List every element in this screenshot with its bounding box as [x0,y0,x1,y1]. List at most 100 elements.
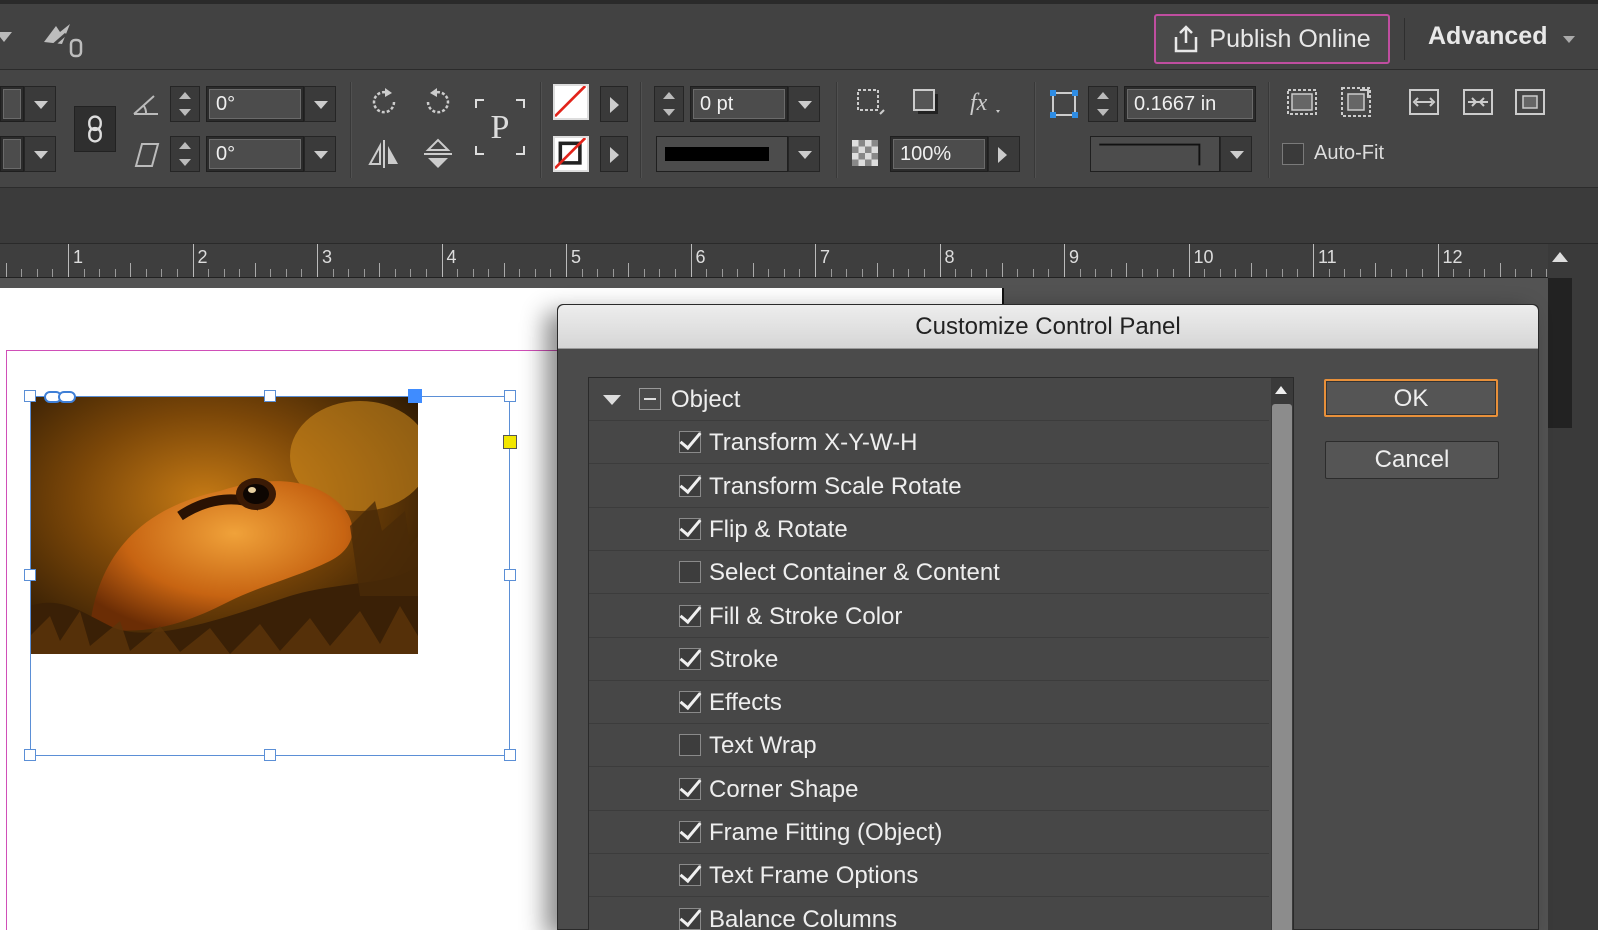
center-content-icon[interactable] [1512,84,1548,120]
effects-fx-icon[interactable]: fx [966,84,1002,120]
scale-y-dropdown[interactable] [24,136,56,172]
tree-option-row[interactable]: Flip & Rotate [589,508,1269,551]
stroke-weight-value[interactable]: 0 pt [693,89,785,119]
drop-shadow-icon[interactable] [908,84,944,120]
tree-option-row[interactable]: Balance Columns [589,898,1269,930]
option-checkbox[interactable] [679,431,701,453]
resize-handle-left[interactable] [24,569,36,581]
option-checkbox[interactable] [679,518,701,540]
flip-horizontal-icon[interactable] [366,136,402,172]
stroke-weight-field[interactable]: 0 pt [690,86,788,122]
reference-point-p-icon[interactable]: P [472,96,528,158]
opacity-slider-button[interactable] [988,136,1020,172]
content-grabber-handle[interactable] [408,389,422,403]
fill-swatch[interactable] [553,84,589,120]
scrollbar-thumb[interactable] [1548,278,1572,428]
menu-caret-icon[interactable] [0,32,12,42]
option-checkbox[interactable] [679,734,701,756]
corner-shape-field[interactable] [1090,136,1220,172]
auto-fit-checkbox[interactable]: Auto-Fit [1282,142,1384,165]
stroke-menu-button[interactable] [600,136,628,172]
scale-y-field[interactable] [0,136,24,172]
stroke-weight-dropdown[interactable] [788,86,820,122]
scroll-up-icon[interactable] [1275,386,1287,394]
fit-frame-to-content-icon[interactable] [1406,84,1442,120]
tree-option-row[interactable]: Effects [589,681,1269,724]
disclosure-triangle-icon[interactable] [603,395,621,405]
rotate-counterclockwise-icon[interactable] [420,84,456,120]
tree-option-row[interactable]: Stroke [589,638,1269,681]
fill-frame-proportionally-icon[interactable] [1284,84,1320,120]
option-checkbox[interactable] [679,778,701,800]
resize-handle-bottom-left[interactable] [24,749,36,761]
shear-angle-field[interactable]: 0° [206,136,304,172]
stroke-type-dropdown[interactable] [788,136,820,172]
corner-options-icon[interactable] [1046,86,1082,122]
rotate-clockwise-icon[interactable] [366,84,402,120]
option-checkbox[interactable] [679,605,701,627]
constrain-proportions-link-icon[interactable] [74,106,116,152]
shear-stepper[interactable] [170,136,200,172]
tree-option-row[interactable]: Frame Fitting (Object) [589,811,1269,854]
fill-menu-button[interactable] [600,86,628,122]
rotation-angle-dropdown[interactable] [304,86,336,122]
ok-button[interactable]: OK [1324,379,1498,417]
tree-option-row[interactable]: Fill & Stroke Color [589,595,1269,638]
resize-handle-top-right[interactable] [504,390,516,402]
gpu-performance-icon[interactable] [40,22,86,58]
tree-option-row[interactable]: Text Frame Options [589,854,1269,897]
rotation-angle-value[interactable]: 0° [209,89,301,119]
tree-scrollbar[interactable] [1271,378,1293,930]
option-checkbox[interactable] [679,561,701,583]
option-checkbox[interactable] [679,821,701,843]
tree-option-row[interactable]: Corner Shape [589,768,1269,811]
resize-handle-top[interactable] [264,390,276,402]
shear-angle-dropdown[interactable] [304,136,336,172]
option-checkbox[interactable] [679,864,701,886]
horizontal-ruler[interactable]: 1 2 3 4 5 6 7 8 9 10 11 12 [0,244,1548,278]
live-corner-handle[interactable] [503,435,517,449]
tree-option-row[interactable]: Select Container & Content [589,551,1269,594]
option-checkbox[interactable] [679,648,701,670]
workspace-switcher[interactable]: Advanced [1428,22,1547,51]
shear-angle-value[interactable]: 0° [209,139,301,169]
chevron-down-icon[interactable] [1563,36,1575,43]
stroke-type-field[interactable] [656,136,788,172]
vertical-scrollbar[interactable] [1548,244,1598,930]
flip-vertical-icon[interactable] [420,136,456,172]
tree-option-row[interactable]: Transform Scale Rotate [589,465,1269,508]
group-checkbox-mixed[interactable] [639,388,661,410]
option-checkbox[interactable] [679,691,701,713]
corner-shape-dropdown[interactable] [1220,136,1252,172]
tree-scrollbar-thumb[interactable] [1272,404,1292,930]
scroll-up-icon[interactable] [1552,252,1568,262]
corner-size-stepper[interactable] [1088,86,1118,122]
option-checkbox[interactable] [679,475,701,497]
fit-content-to-frame-icon[interactable] [1460,84,1496,120]
tree-option-row[interactable]: Text Wrap [589,724,1269,767]
stroke-swatch[interactable] [553,136,589,172]
cancel-button[interactable]: Cancel [1325,441,1499,479]
scale-x-field[interactable] [0,86,24,122]
resize-handle-right[interactable] [504,569,516,581]
tree-option-row[interactable]: Transform X-Y-W-H [589,421,1269,464]
link-chain-icon[interactable] [44,390,76,404]
option-checkbox[interactable] [679,908,701,930]
opacity-field[interactable]: 100% [890,136,988,172]
auto-fit-box[interactable] [1282,142,1304,165]
stroke-weight-stepper[interactable] [654,86,684,122]
fit-content-proportionally-icon[interactable] [1338,84,1374,120]
resize-handle-bottom-right[interactable] [504,749,516,761]
resize-handle-bottom[interactable] [264,749,276,761]
resize-handle-top-left[interactable] [24,390,36,402]
scale-x-dropdown[interactable] [24,86,56,122]
rotation-stepper[interactable] [170,86,200,122]
corner-size-value[interactable]: 0.1667 in [1127,89,1253,119]
opacity-value[interactable]: 100% [893,139,985,169]
tree-group-object[interactable]: Object [589,378,1269,421]
graphics-frame[interactable] [30,396,510,756]
drop-shadow-outline-icon[interactable] [852,84,888,120]
publish-online-button[interactable]: Publish Online [1154,14,1390,64]
rotation-angle-field[interactable]: 0° [206,86,304,122]
corner-size-field[interactable]: 0.1667 in [1124,86,1256,122]
